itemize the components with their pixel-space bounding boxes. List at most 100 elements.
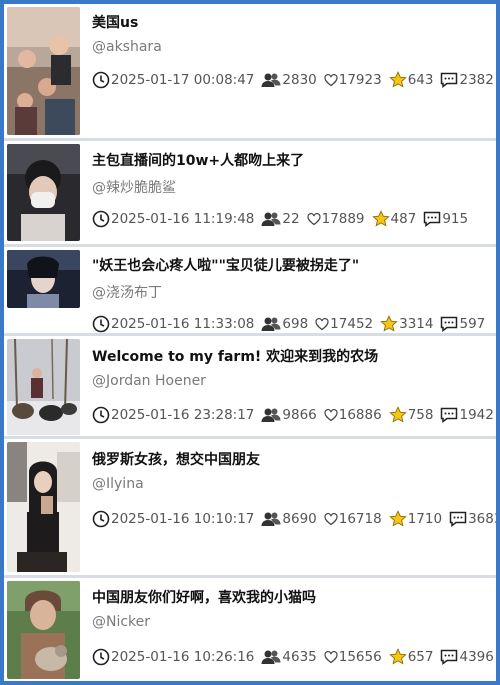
likes-stat: 17923 [324,72,382,88]
list-item[interactable]: "妖王也会心疼人啦""宝贝徒儿要被拐走了" @浇汤布丁 2025-01-16 1… [4,247,496,333]
video-thumbnail[interactable] [7,144,80,241]
list-item[interactable]: 中国朋友你们好啊，喜欢我的小猫吗 @Nicker 2025-01-16 10:2… [4,578,496,681]
clock-icon [92,210,110,228]
author-name[interactable]: @Ilyina [92,476,144,492]
favorite-count: 3314 [399,316,434,332]
author-name[interactable]: @浇汤布丁 [92,282,162,302]
time-stat: 2025-01-16 11:33:08 [92,315,254,333]
publish-time: 2025-01-17 00:08:47 [111,72,255,88]
clock-icon [92,315,110,333]
favorites-stat: 487 [371,210,417,228]
comment-icon [441,407,458,423]
favorite-count: 643 [407,72,434,88]
video-title[interactable]: 主包直播间的10w+人都吻上来了 [92,150,304,170]
video-title[interactable]: 美国us [92,12,138,32]
like-count: 16718 [338,511,382,527]
stats-row: 2025-01-17 00:08:47 2830 17923 643 2382 [92,70,494,90]
comments-stat: 1942 [440,407,494,423]
comments-stat: 2382 [440,72,494,88]
viewer-count: 22 [282,211,300,227]
heart-icon [324,73,338,87]
publish-time: 2025-01-16 11:33:08 [111,316,255,332]
clock-icon [92,406,110,424]
list-item[interactable]: Welcome to my farm! 欢迎来到我的农场 @Jordan Hoe… [4,336,496,436]
author-name[interactable]: @Jordan Hoener [92,373,206,389]
video-thumbnail[interactable] [7,339,80,435]
viewer-count: 4635 [282,649,317,665]
video-thumbnail[interactable] [7,250,80,308]
viewers-icon [261,73,281,87]
likes-stat: 15656 [324,649,382,665]
list-item[interactable]: 俄罗斯女孩，想交中国朋友 @Ilyina 2025-01-16 10:10:17… [4,439,496,575]
star-icon [380,315,398,332]
viewers-icon [261,512,281,526]
time-stat: 2025-01-16 10:10:17 [92,510,254,528]
time-stat: 2025-01-17 00:08:47 [92,71,254,89]
heart-icon [324,512,338,526]
publish-time: 2025-01-16 11:19:48 [111,211,255,227]
favorites-stat: 657 [388,648,434,666]
clock-icon [92,648,110,666]
time-stat: 2025-01-16 11:19:48 [92,210,254,228]
favorites-stat: 758 [388,406,434,424]
video-thumbnail[interactable] [7,7,80,135]
video-title[interactable]: 中国朋友你们好啊，喜欢我的小猫吗 [92,587,316,607]
star-icon [388,648,407,665]
author-name[interactable]: @辣炒脆脆鲨 [92,177,176,197]
video-list: 美国us @akshara 2025-01-17 00:08:47 2830 1… [4,4,496,681]
time-stat: 2025-01-16 10:26:16 [92,648,254,666]
likes-stat: 17889 [306,211,365,227]
star-icon [388,406,407,423]
viewers-icon [261,212,281,226]
stats-row: 2025-01-16 11:33:08 698 17452 3314 597 [92,314,490,334]
viewers-icon [261,650,281,664]
viewer-count: 698 [282,316,309,332]
publish-time: 2025-01-16 10:26:16 [111,649,255,665]
comment-count: 915 [442,211,469,227]
video-title[interactable]: Welcome to my farm! 欢迎来到我的农场 [92,346,378,366]
video-title[interactable]: "妖王也会心疼人啦""宝贝徒儿要被拐走了" [92,255,359,275]
video-thumbnail[interactable] [7,442,80,572]
video-title[interactable]: 俄罗斯女孩，想交中国朋友 [92,449,260,469]
comments-stat: 3683 [449,511,496,527]
comment-icon [441,316,458,332]
favorite-count: 657 [407,649,434,665]
video-thumbnail[interactable] [7,581,80,679]
list-item[interactable]: 美国us @akshara 2025-01-17 00:08:47 2830 1… [4,4,496,138]
comment-icon [449,511,467,527]
author-name[interactable]: @akshara [92,39,162,55]
comment-count: 1942 [459,407,494,423]
viewers-stat: 22 [261,211,300,227]
favorite-count: 487 [390,211,417,227]
stats-row: 2025-01-16 10:26:16 4635 15656 657 4396 [92,647,494,667]
heart-icon [306,212,321,226]
favorite-count: 758 [407,407,434,423]
viewers-stat: 2830 [261,72,317,88]
publish-time: 2025-01-16 10:10:17 [111,511,255,527]
likes-stat: 16886 [324,407,382,423]
author-name[interactable]: @Nicker [92,614,150,630]
time-stat: 2025-01-16 23:28:17 [92,406,254,424]
stats-row: 2025-01-16 11:19:48 22 17889 487 915 [92,209,490,229]
viewers-stat: 9866 [261,407,317,423]
list-item[interactable]: 主包直播间的10w+人都吻上来了 @辣炒脆脆鲨 2025-01-16 11:19… [4,141,496,244]
comments-stat: 4396 [440,649,494,665]
favorites-stat: 643 [388,71,434,89]
favorites-stat: 3314 [380,315,433,333]
like-count: 17889 [321,211,365,227]
star-icon [388,71,407,88]
star-icon [388,510,407,527]
viewers-icon [261,408,281,422]
clock-icon [92,71,110,89]
heart-icon [324,408,338,422]
like-count: 17452 [330,316,374,332]
comment-icon [424,211,441,227]
stats-row: 2025-01-16 10:10:17 8690 16718 1710 3683 [92,509,496,529]
like-count: 16886 [338,407,382,423]
viewer-count: 9866 [282,407,317,423]
comments-stat: 915 [423,211,468,227]
viewers-stat: 4635 [261,649,317,665]
heart-icon [315,317,329,331]
comments-stat: 597 [440,316,485,332]
comment-icon [441,649,458,665]
